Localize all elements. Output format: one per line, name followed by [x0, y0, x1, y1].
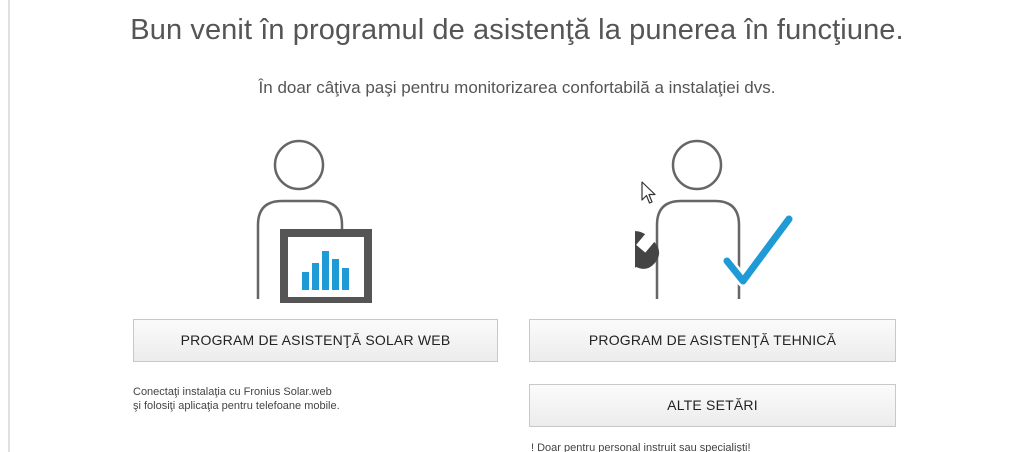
person-with-wrench-and-checkmark-icon [579, 139, 795, 320]
person-with-chart-monitor-icon [252, 139, 372, 305]
technical-wizard-button[interactable]: PROGRAM DE ASISTENŢĂ TEHNICĂ [529, 319, 896, 362]
specialist-only-note: ! Doar pentru personal instruit sau spec… [531, 442, 751, 452]
solar-web-description-line2: şi folosiţi aplicaţia pentru telefoane m… [133, 400, 340, 412]
solar-web-description-line1: Conectaţi instalaţia cu Fronius Solar.we… [133, 386, 332, 398]
solar-web-description: Conectaţi instalaţia cu Fronius Solar.we… [133, 385, 340, 413]
setup-wizard-welcome-page: Bun venit în programul de asistenţă la p… [0, 0, 1034, 452]
page-subtitle: În doar câţiva paşi pentru monitorizarea… [258, 78, 776, 97]
other-settings-button[interactable]: ALTE SETĂRI [529, 384, 896, 427]
solar-web-wizard-button[interactable]: PROGRAM DE ASISTENŢĂ SOLAR WEB [133, 319, 498, 362]
mouse-pointer-icon [641, 181, 657, 210]
page-title: Bun venit în programul de asistenţă la p… [130, 14, 904, 46]
left-border-divider [8, 0, 10, 452]
